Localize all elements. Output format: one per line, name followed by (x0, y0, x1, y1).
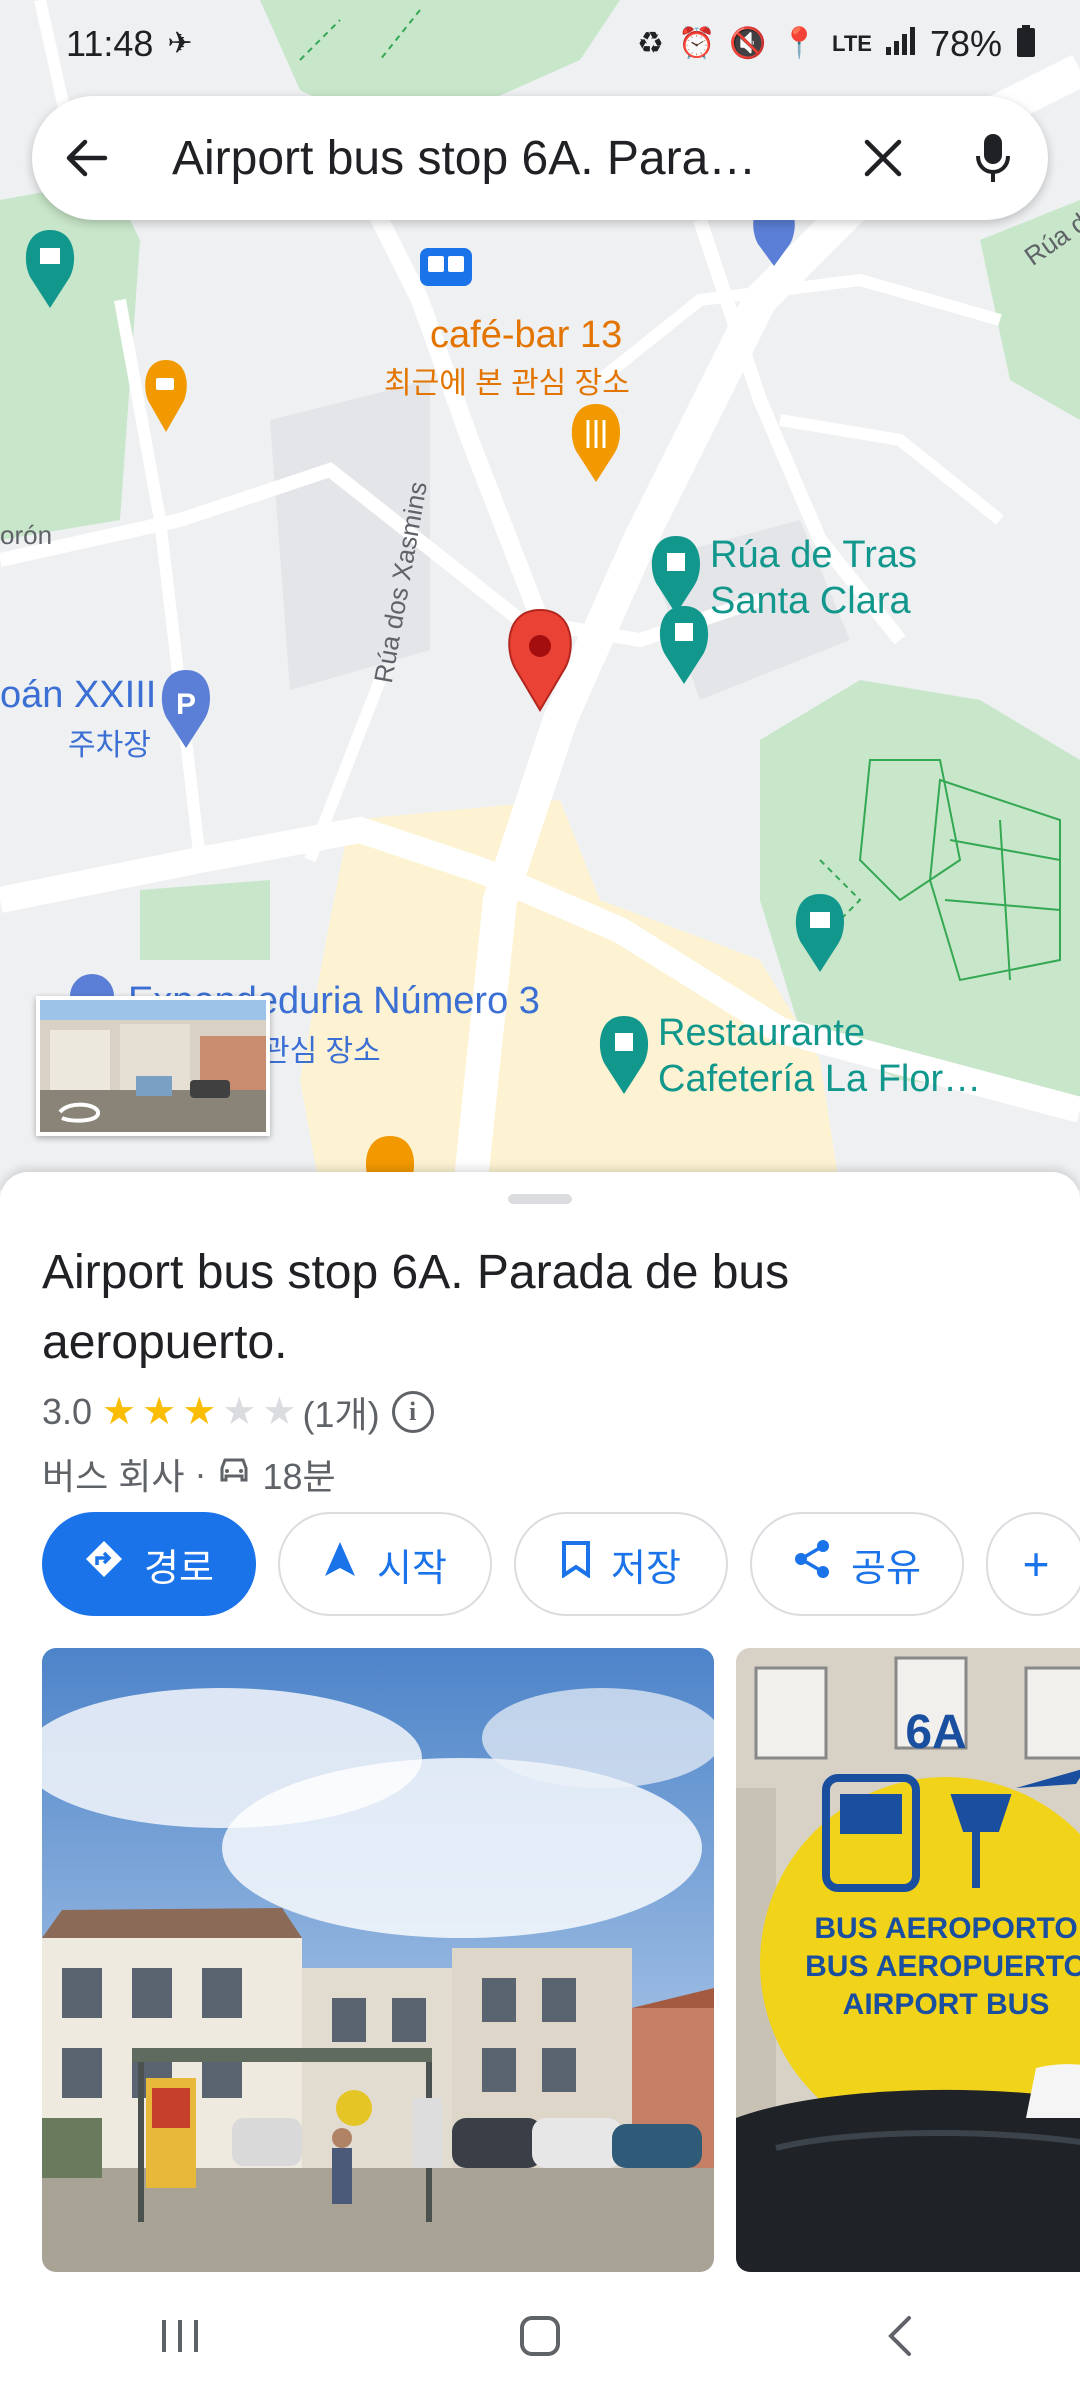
search-bar[interactable]: Airport bus stop 6A. Para… (32, 96, 1048, 220)
photo-street-view[interactable] (42, 1648, 714, 2272)
start-button[interactable]: 시작 (278, 1512, 492, 1616)
save-button[interactable]: 저장 (514, 1512, 728, 1616)
sign-line-2: BUS AEROPUERTO (805, 1950, 1080, 1983)
share-button[interactable]: 공유 (750, 1512, 964, 1616)
sign-route-number: 6A (905, 1706, 966, 1759)
bookmark-icon (561, 1540, 591, 1588)
place-title: Airport bus stop 6A. Parada de bus aerop… (42, 1246, 790, 1369)
cafe-marker-icon[interactable] (145, 360, 187, 432)
more-actions-button[interactable]: + (986, 1512, 1080, 1616)
sign-line-3: AIRPORT BUS (843, 1988, 1050, 2021)
status-bar: 11:48 ✈ ♻ ⏰ 🔇 📍 LTE 78% (0, 0, 1080, 88)
save-label: 저장 (611, 1547, 681, 1590)
action-row: 경로 시작 저장 공유 + (42, 1512, 1080, 1616)
category-row: 버스 회사 · 18분 (42, 1448, 336, 1500)
rating-value: 3.0 (42, 1391, 93, 1432)
battery-icon (1016, 25, 1036, 63)
home-icon[interactable] (460, 2286, 620, 2386)
screen: P café-bar 13 최근에 본 관심 장소 Rúa de Tras Sa… (0, 0, 1080, 2400)
photo-airport-bus-sign[interactable]: 6A BUS AEROPORTO BUS AEROPUERTO AIRPORT … (736, 1648, 1080, 2272)
sign-line-1: BUS AEROPORTO (814, 1912, 1077, 1945)
star-full-icon: ★ (102, 1391, 137, 1433)
star-empty-icon: ★ (262, 1391, 297, 1433)
directions-icon (84, 1539, 124, 1589)
place-category: 버스 회사 (42, 1456, 185, 1497)
start-label: 시작 (377, 1547, 447, 1590)
mic-icon[interactable] (938, 96, 1048, 220)
info-icon[interactable]: i (391, 1391, 434, 1433)
restaurant-marker-icon[interactable] (571, 404, 621, 482)
bus-stop-icon[interactable] (420, 248, 472, 286)
travel-time: 18분 (262, 1456, 336, 1497)
rating-row[interactable]: 3.0 ★ ★ ★ ★ ★ (1개) i (42, 1386, 434, 1438)
recycle-icon: ♻ (637, 27, 664, 60)
arrow-back-icon[interactable] (32, 96, 142, 220)
navigation-arrow-icon (323, 1540, 357, 1588)
map-label-cafe-bar[interactable]: café-bar 13 (430, 314, 622, 357)
alarm-icon: ⏰ (677, 27, 716, 60)
system-nav-bar (0, 2272, 1080, 2400)
map-label-cafe-bar-sub: 최근에 본 관심 장소 (384, 367, 630, 400)
place-details-sheet[interactable]: Airport bus stop 6A. Parada de bus aerop… (0, 1172, 1080, 2272)
share-label: 공유 (851, 1547, 921, 1590)
flight-mode-icon: ✈ (167, 27, 193, 60)
back-icon[interactable] (820, 2286, 980, 2386)
map-label-pan-xxiii[interactable]: oán XXIII (0, 674, 156, 717)
status-time: 11:48 (66, 23, 154, 64)
star-empty-icon: ★ (222, 1391, 257, 1433)
map-label-left-edge: orón (0, 520, 53, 550)
battery-percent: 78% (929, 23, 1002, 64)
directions-label: 경로 (144, 1547, 214, 1590)
map-label-rua-tras[interactable]: Rúa de Tras Santa Clara (710, 532, 917, 624)
signal-icon (885, 27, 916, 61)
recents-icon[interactable] (100, 2286, 260, 2386)
close-icon[interactable] (828, 96, 938, 220)
share-icon (793, 1539, 831, 1589)
parking-marker-icon[interactable]: P (161, 670, 211, 748)
directions-button[interactable]: 경로 (42, 1512, 256, 1616)
separator: · (194, 1453, 207, 1494)
map-label-restaurante[interactable]: Restaurante Cafetería La Flor… (658, 1010, 981, 1102)
map-label-parking: 주차장 (68, 729, 151, 762)
review-count[interactable]: (1개) (302, 1386, 379, 1438)
network-type: LTE (832, 31, 872, 56)
star-full-icon: ★ (182, 1391, 217, 1433)
car-icon (216, 1453, 252, 1495)
drag-handle[interactable] (508, 1194, 572, 1204)
star-full-icon: ★ (142, 1391, 177, 1433)
search-input[interactable]: Airport bus stop 6A. Para… (142, 131, 828, 186)
mute-icon: 🔇 (729, 27, 767, 60)
svg-text:P: P (176, 688, 196, 721)
location-icon: 📍 (780, 27, 819, 60)
map-label-expendeduria-sub: 관심 장소 (262, 1035, 381, 1068)
street-view-thumbnail[interactable] (36, 996, 270, 1136)
photo-carousel[interactable]: 6A BUS AEROPORTO BUS AEROPUERTO AIRPORT … (42, 1648, 1080, 2272)
